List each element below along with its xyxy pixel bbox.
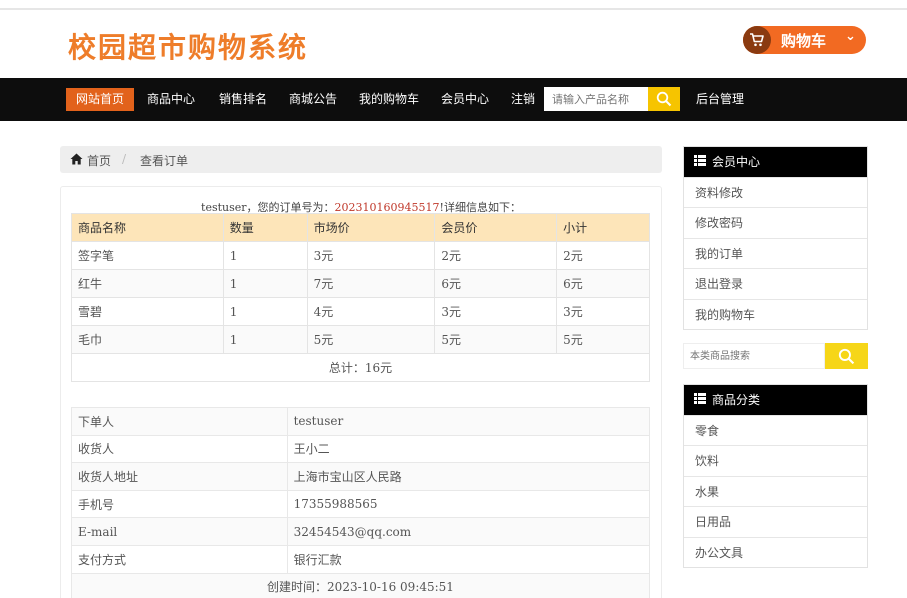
detail-label: E-mail [71,517,288,546]
site-logo[interactable]: 校园超市购物系统 [68,26,308,66]
detail-label: 手机号 [71,489,288,519]
category-item-fruit[interactable]: 水果 [684,475,867,506]
item-subtotal: 6元 [556,269,650,298]
detail-label: 收货人 [71,434,288,464]
column-header: 小计 [556,213,650,242]
detail-row: 手机号 17355988565 [71,489,651,519]
order-created-time: 创建时间：2023-10-16 09:45:51 [71,572,650,598]
item-qty: 1 [222,269,308,298]
item-name: 签字笔 [71,241,224,270]
list-icon [694,147,706,177]
detail-row: 支付方式 银行汇款 [71,544,651,574]
category-item-snacks[interactable]: 零食 [684,415,867,445]
cart-button[interactable]: 购物车 ⌄ [743,26,866,54]
item-qty: 1 [222,241,308,270]
main-nav: 网站首页 商品中心 销售排名 商城公告 我的购物车 会员中心 注销 后台管理 [0,78,907,121]
item-member-price: 6元 [434,269,558,298]
table-header-row: 商品名称 数量 市场价 会员价 小计 [71,213,650,242]
list-icon [694,385,706,415]
item-name: 毛巾 [71,325,224,354]
nav-item-my-cart[interactable]: 我的购物车 [359,88,419,111]
search-icon [838,348,855,364]
column-header: 会员价 [434,213,558,242]
breadcrumb: 首页 / 查看订单 [60,146,662,173]
breadcrumb-separator: / [122,152,127,166]
item-member-price: 5元 [434,325,558,354]
sidebar-item-change-password[interactable]: 修改密码 [684,207,867,237]
top-divider [0,8,907,10]
breadcrumb-current: 查看订单 [140,154,189,168]
breadcrumb-home[interactable]: 首页 [87,152,111,169]
item-subtotal: 3元 [556,297,650,326]
detail-row: 收货人地址 上海市宝山区人民路 [71,462,651,491]
category-item-stationery[interactable]: 办公文具 [684,536,867,567]
detail-label: 收货人地址 [71,462,288,491]
item-market-price: 4元 [306,297,436,326]
item-qty: 1 [222,297,308,326]
category-search-button[interactable] [825,343,868,369]
detail-row: 收货人 王小二 [71,434,651,464]
table-row: 红牛 1 7元 6元 6元 [71,269,650,298]
category-header: 商品分类 [684,385,867,415]
column-header: 市场价 [306,213,436,242]
member-center-title: 会员中心 [712,155,761,169]
nav-item-admin[interactable]: 后台管理 [696,88,744,111]
home-icon [70,153,83,168]
sidebar-item-my-orders[interactable]: 我的订单 [684,237,867,268]
item-name: 雪碧 [71,297,224,326]
search-icon [656,91,672,107]
item-market-price: 3元 [306,241,436,270]
detail-row: E-mail 32454543@qq.com [71,517,651,546]
order-items-table: 商品名称 数量 市场价 会员价 小计 签字笔 1 3元 2元 2元 红牛 1 7… [71,213,650,382]
detail-row: 下单人 testuser [71,407,651,436]
nav-item-home[interactable]: 网站首页 [66,88,135,111]
item-market-price: 7元 [306,269,436,298]
order-total: 总计：16元 [71,353,650,382]
detail-value: testuser [286,407,651,436]
created-row: 创建时间：2023-10-16 09:45:51 [71,572,650,598]
order-details-table: 下单人 testuser 收货人 王小二 收货人地址 上海市宝山区人民路 手机号… [71,407,651,598]
member-center-card: 会员中心 资料修改 修改密码 我的订单 退出登录 我的购物车 [683,146,868,330]
category-card: 商品分类 零食 饮料 水果 日用品 办公文具 [683,384,868,568]
nav-item-member-center[interactable]: 会员中心 [441,88,489,111]
item-market-price: 5元 [306,325,436,354]
nav-item-products[interactable]: 商品中心 [147,88,195,111]
nav-item-sales-rank[interactable]: 销售排名 [219,88,267,111]
detail-value: 上海市宝山区人民路 [286,462,651,491]
item-member-price: 2元 [434,241,558,270]
item-subtotal: 5元 [556,325,650,354]
cart-label: 购物车 [781,32,827,50]
detail-value: 银行汇款 [286,544,651,574]
category-search-input[interactable] [683,343,825,369]
category-item-drinks[interactable]: 饮料 [684,445,867,475]
cart-icon [743,26,771,54]
nav-item-logout[interactable]: 注销 [511,88,535,111]
member-center-header: 会员中心 [684,147,867,177]
table-row: 雪碧 1 4元 3元 3元 [71,297,650,326]
category-item-daily-goods[interactable]: 日用品 [684,506,867,536]
table-row: 毛巾 1 5元 5元 5元 [71,325,650,354]
category-title: 商品分类 [712,393,761,407]
detail-label: 支付方式 [71,544,288,574]
column-header: 商品名称 [71,213,224,242]
item-member-price: 3元 [434,297,558,326]
chevron-down-icon: ⌄ [845,29,856,44]
detail-value: 32454543@qq.com [286,517,651,546]
search-button[interactable] [648,87,680,111]
nav-item-notices[interactable]: 商城公告 [289,88,337,111]
detail-value: 王小二 [286,434,651,464]
product-search-input[interactable] [544,87,648,111]
sidebar-item-edit-profile[interactable]: 资料修改 [684,177,867,207]
detail-label: 下单人 [71,407,288,436]
item-name: 红牛 [71,269,224,298]
total-row: 总计：16元 [71,353,650,382]
item-subtotal: 2元 [556,241,650,270]
item-qty: 1 [222,325,308,354]
sidebar-item-my-cart[interactable]: 我的购物车 [684,298,867,329]
column-header: 数量 [222,213,308,242]
detail-value: 17355988565 [286,489,651,519]
sidebar-item-logout[interactable]: 退出登录 [684,268,867,298]
table-row: 签字笔 1 3元 2元 2元 [71,241,650,270]
